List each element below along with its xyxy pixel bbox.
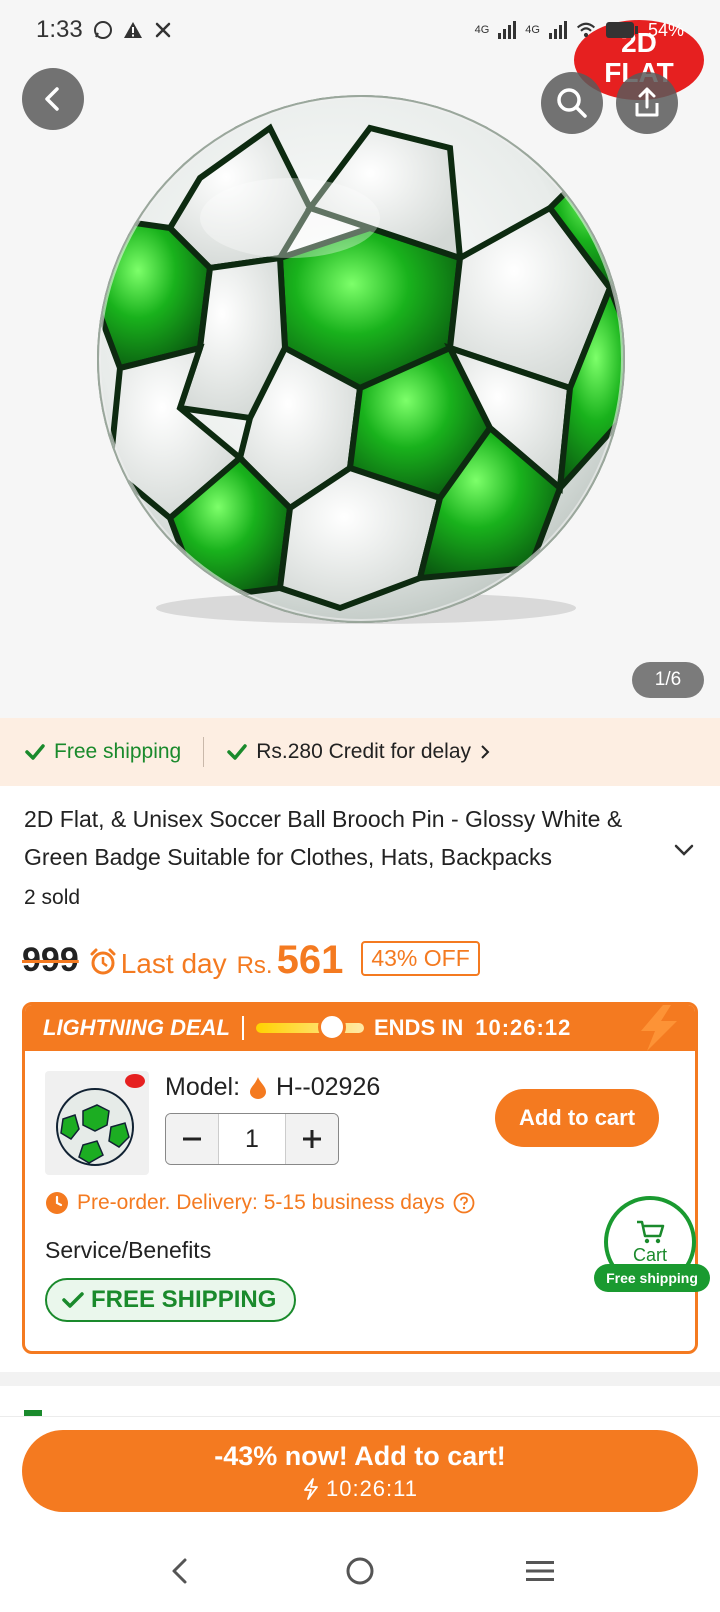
- add-to-cart-cta-button[interactable]: -43% now! Add to cart! 10:26:11: [22, 1430, 698, 1512]
- soccer-ball-thumbnail-image: [56, 1074, 145, 1166]
- check-icon: [227, 744, 247, 760]
- lightning-deal-label: LIGHTNING DEAL: [43, 1015, 230, 1040]
- discount-badge: 43% OFF: [361, 941, 480, 976]
- help-icon[interactable]: [453, 1192, 475, 1214]
- back-button[interactable]: [22, 68, 84, 130]
- chevron-right-icon: [481, 745, 490, 759]
- currency-label: Rs.: [236, 952, 273, 979]
- battery-icon: [604, 20, 640, 40]
- cta-timer: 10:26:11: [302, 1476, 418, 1502]
- cta-label: -43% now! Add to cart!: [214, 1440, 506, 1471]
- divider: [242, 1016, 244, 1040]
- tools-icon: [153, 20, 173, 40]
- back-arrow-icon: [172, 1558, 187, 1584]
- search-icon: [557, 88, 587, 118]
- clock-icon: [46, 1192, 68, 1214]
- check-icon: [25, 744, 45, 760]
- check-icon: [62, 1292, 84, 1308]
- nav-home-button[interactable]: [330, 1541, 390, 1601]
- divider: [203, 737, 205, 767]
- network-2-label: 4G: [525, 24, 540, 36]
- floating-cart-shipping-badge: Free shipping: [594, 1264, 710, 1292]
- deal-timer: 10:26:12: [475, 1015, 572, 1040]
- alarm-clock-icon: [90, 948, 116, 975]
- share-icon: [635, 87, 659, 117]
- status-bar: 1:33 4G 4G 54%: [0, 0, 720, 60]
- flame-icon: [250, 1076, 267, 1099]
- status-time: 1:33: [36, 16, 83, 43]
- decrease-quantity-button[interactable]: [166, 1114, 218, 1164]
- cart-icon: [637, 1220, 665, 1243]
- signal-icon: [497, 20, 517, 40]
- product-page: 2D FLAT 1/6 1:33 4G 4G 54%: [0, 0, 720, 1612]
- lightning-deal-card: LIGHTNING DEAL ENDS IN 10:26:12 Model: H…: [22, 1002, 698, 1354]
- soccer-ball-image: [97, 95, 625, 624]
- model-value: H--02926: [276, 1073, 381, 1101]
- wifi-icon: [576, 20, 596, 40]
- last-day-label: Last day: [120, 948, 227, 979]
- section-divider: [0, 1372, 720, 1386]
- clock-icon: [318, 1013, 346, 1041]
- search-button[interactable]: [541, 72, 603, 134]
- chevron-left-icon: [45, 87, 59, 111]
- credit-delay-benefit[interactable]: Rs.280 Credit for delay: [226, 740, 491, 764]
- lightning-deal-header: LIGHTNING DEAL ENDS IN 10:26:12: [25, 1005, 695, 1051]
- price-row: 999 Last day Rs. 561 43% OFF: [22, 930, 480, 980]
- preorder-label: Pre-order. Delivery: 5-15 business days: [77, 1191, 445, 1214]
- last-day-price: Last day Rs. 561: [89, 938, 344, 982]
- share-button[interactable]: [616, 72, 678, 134]
- cta-timer-value: 10:26:11: [325, 1475, 418, 1501]
- model-selector[interactable]: Model: H--02926: [165, 1073, 380, 1102]
- add-to-cart-button[interactable]: Add to cart: [495, 1089, 659, 1147]
- system-navigation-bar: [0, 1530, 720, 1612]
- ends-in-label: ENDS IN: [374, 1015, 464, 1040]
- free-shipping-label: Free shipping: [54, 740, 182, 763]
- nav-back-button[interactable]: [150, 1541, 210, 1601]
- sold-count: 2 sold: [24, 886, 81, 909]
- credit-delay-label: Rs.280 Credit for delay: [256, 740, 472, 763]
- menu-icon: [526, 1561, 554, 1581]
- increase-quantity-button[interactable]: [286, 1114, 338, 1164]
- title-fade: [560, 838, 650, 876]
- chevron-down-icon[interactable]: [672, 838, 696, 862]
- lightning-icon: [304, 1477, 318, 1500]
- current-price: 561: [276, 938, 344, 982]
- free-shipping-badge-label: FREE SHIPPING: [91, 1286, 277, 1313]
- original-price: 999: [22, 941, 79, 979]
- battery-percent: 54%: [647, 19, 684, 40]
- model-label: Model:: [165, 1073, 241, 1101]
- product-image-carousel[interactable]: 2D FLAT 1/6: [0, 0, 720, 718]
- preorder-notice[interactable]: Pre-order. Delivery: 5-15 business days: [45, 1191, 475, 1215]
- quantity-value[interactable]: 1: [218, 1114, 286, 1164]
- network-1-label: 4G: [474, 24, 490, 36]
- free-shipping-benefit: Free shipping: [24, 740, 181, 764]
- deal-progress-bar: [256, 1013, 364, 1041]
- benefits-strip[interactable]: Free shipping Rs.280 Credit for delay: [0, 718, 720, 786]
- image-counter: 1/6: [632, 662, 704, 698]
- home-circle-icon: [346, 1557, 374, 1585]
- free-shipping-badge: FREE SHIPPING: [45, 1278, 297, 1322]
- whatsapp-icon: [93, 20, 113, 40]
- signal-icon: [548, 20, 568, 40]
- lightning-icon: [641, 1005, 677, 1051]
- product-thumbnail[interactable]: [45, 1071, 149, 1175]
- quantity-stepper[interactable]: 1: [165, 1113, 339, 1165]
- floating-cart-label: Cart: [632, 1244, 667, 1265]
- service-benefits-heading: Service/Benefits: [45, 1237, 212, 1263]
- nav-menu-button[interactable]: [510, 1541, 570, 1601]
- warning-icon: [123, 20, 143, 40]
- minus-icon: [183, 1137, 201, 1141]
- plus-icon: [303, 1130, 321, 1148]
